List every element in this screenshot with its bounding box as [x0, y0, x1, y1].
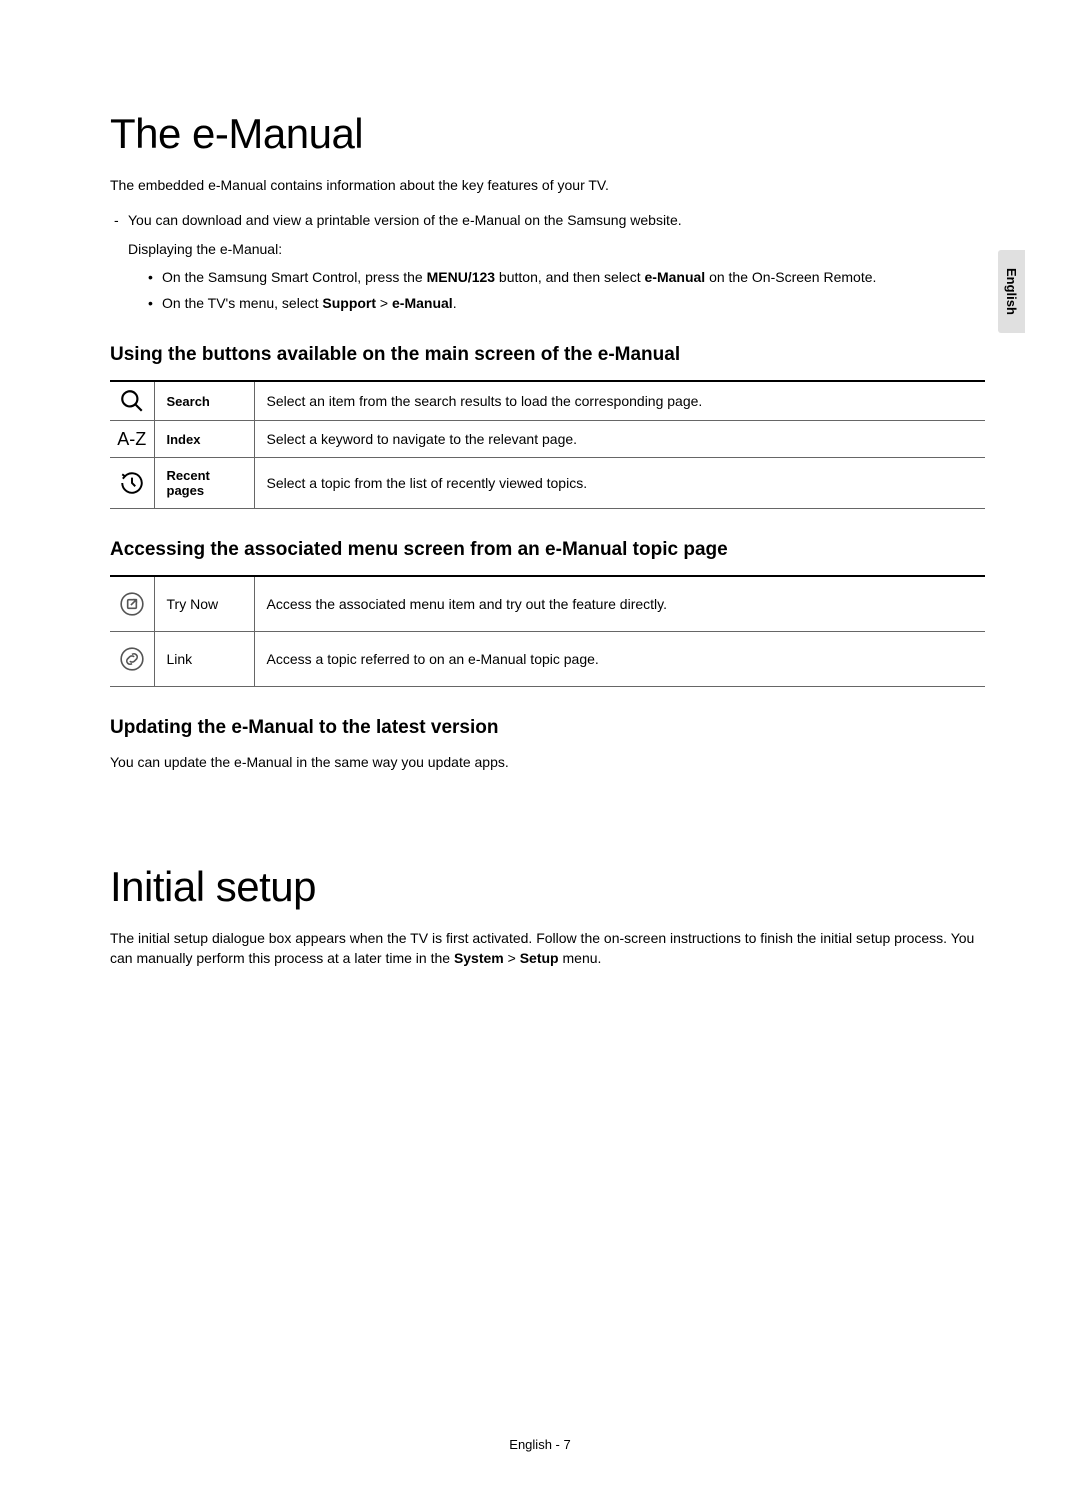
text-fragment: >: [504, 950, 520, 966]
row-label: Try Now: [154, 576, 254, 632]
text-fragment: menu.: [559, 950, 602, 966]
row-label: Link: [154, 632, 254, 687]
intro-paragraph: The embedded e-Manual contains informati…: [110, 176, 985, 196]
link-icon: [119, 646, 145, 672]
history-icon: [119, 470, 145, 496]
access-table: Try Now Access the associated menu item …: [110, 575, 985, 687]
row-label: Search: [154, 381, 254, 421]
row-description: Access the associated menu item and try …: [254, 576, 985, 632]
text-fragment: on the On-Screen Remote.: [705, 269, 876, 285]
manual-page: English The e-Manual The embedded e-Manu…: [0, 0, 1080, 1494]
bullet-item: On the Samsung Smart Control, press the …: [110, 266, 985, 288]
emanual-label: e-Manual: [392, 295, 453, 311]
row-label: Index: [154, 421, 254, 458]
index-icon-cell: A-Z: [110, 421, 154, 458]
table-row: Search Select an item from the search re…: [110, 381, 985, 421]
subsection-heading-accessing: Accessing the associated menu screen fro…: [110, 539, 985, 561]
row-description: Select an item from the search results t…: [254, 381, 985, 421]
setup-label: Setup: [520, 950, 559, 966]
emanual-label: e-Manual: [645, 269, 706, 285]
az-icon: A-Z: [117, 429, 146, 449]
section-heading-initial-setup: Initial setup: [110, 863, 985, 911]
link-icon-cell: [110, 632, 154, 687]
language-tab: English: [998, 250, 1025, 333]
row-label: Recent pages: [154, 458, 254, 509]
text-fragment: .: [453, 295, 457, 311]
table-row: A-Z Index Select a keyword to navigate t…: [110, 421, 985, 458]
dash-item: You can download and view a printable ve…: [110, 210, 985, 231]
table-row: Try Now Access the associated menu item …: [110, 576, 985, 632]
page-footer: English - 7: [0, 1437, 1080, 1452]
section-initial-setup: Initial setup The initial setup dialogue…: [110, 863, 985, 968]
buttons-table: Search Select an item from the search re…: [110, 380, 985, 509]
support-label: Support: [322, 295, 376, 311]
table-row: Link Access a topic referred to on an e-…: [110, 632, 985, 687]
section-heading-emanual: The e-Manual: [110, 110, 985, 158]
initial-setup-text: The initial setup dialogue box appears w…: [110, 929, 985, 968]
bullet-item: On the TV's menu, select Support > e-Man…: [110, 292, 985, 314]
row-description: Access a topic referred to on an e-Manua…: [254, 632, 985, 687]
text-fragment: On the TV's menu, select: [162, 295, 322, 311]
text-fragment: >: [376, 295, 392, 311]
text-fragment: On the Samsung Smart Control, press the: [162, 269, 427, 285]
update-text: You can update the e-Manual in the same …: [110, 753, 985, 773]
system-label: System: [454, 950, 504, 966]
displaying-label: Displaying the e-Manual:: [110, 239, 985, 260]
row-description: Select a topic from the list of recently…: [254, 458, 985, 509]
search-icon: [119, 388, 145, 414]
recent-icon-cell: [110, 458, 154, 509]
trynow-icon-cell: [110, 576, 154, 632]
row-description: Select a keyword to navigate to the rele…: [254, 421, 985, 458]
text-fragment: button, and then select: [495, 269, 644, 285]
subsection-heading-updating: Updating the e-Manual to the latest vers…: [110, 717, 985, 739]
subsection-heading-buttons: Using the buttons available on the main …: [110, 344, 985, 366]
table-row: Recent pages Select a topic from the lis…: [110, 458, 985, 509]
try-now-icon: [119, 591, 145, 617]
search-icon-cell: [110, 381, 154, 421]
menu-button-label: MENU/123: [427, 269, 495, 285]
